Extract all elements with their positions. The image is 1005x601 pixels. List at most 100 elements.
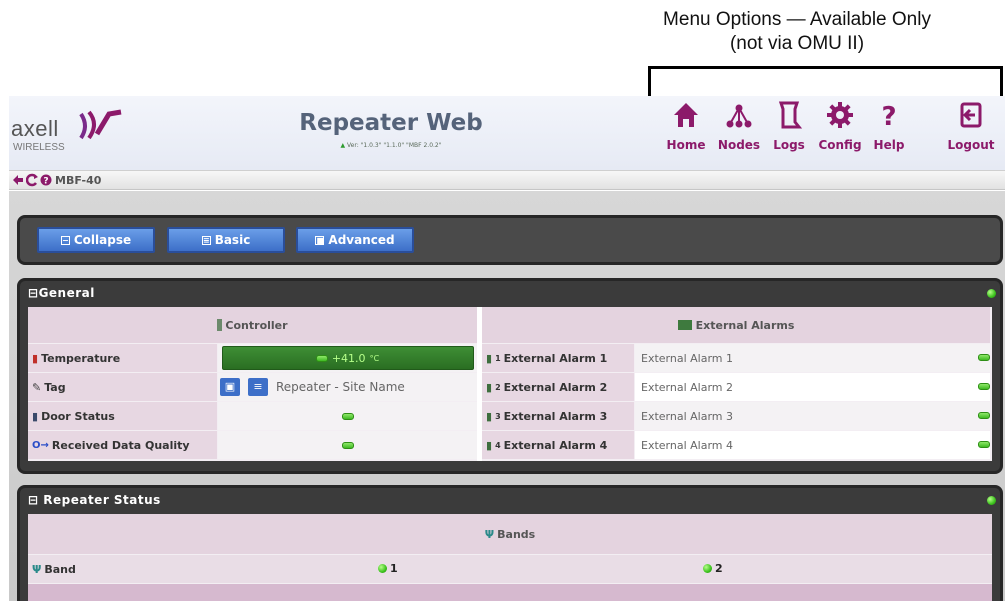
external-alarm-label: ▮ 2 External Alarm 2 <box>482 373 634 401</box>
external-alarm-led <box>978 383 990 390</box>
collapse-button[interactable]: − Collapse <box>37 227 155 253</box>
general-status-led <box>987 289 996 298</box>
refresh-icon[interactable] <box>26 173 38 187</box>
basic-button[interactable]: ≡ Basic <box>167 227 285 253</box>
annotation-bracket-top <box>648 66 1003 69</box>
band-1-led <box>378 564 387 573</box>
alarm-connector-icon: ▮ <box>486 438 493 452</box>
door-icon: ▮ <box>32 409 39 423</box>
nodes-icon <box>726 104 752 128</box>
temperature-status-led <box>315 354 328 362</box>
lock-icon[interactable]: ▣ <box>220 378 240 396</box>
bands-header: Ψ Bands <box>28 514 992 554</box>
controller-header: Controller <box>28 307 477 343</box>
external-alarm-led <box>978 412 990 419</box>
repeater-status-header[interactable]: ⊟ Repeater Status <box>20 488 1000 514</box>
alarm-connector-icon: ▮ <box>486 409 493 423</box>
svg-text:?: ? <box>43 177 48 187</box>
data-quality-value <box>218 431 477 459</box>
company-logo[interactable]: axell WIRELESS <box>11 108 131 158</box>
nav-logout-label: Logout <box>947 138 995 152</box>
view-toolbar: − Collapse ≡ Basic ■ Advanced <box>17 215 1003 265</box>
alarm-connector-icon: ▮ <box>486 380 493 394</box>
logs-icon <box>778 101 803 129</box>
external-alarm-row: ▮ 3 External Alarm 3 External Alarm 3 <box>482 402 990 431</box>
controller-icon <box>217 319 223 331</box>
version-text: Ver: "1.0.3" "1.1.0" "MBF 2.0.2" <box>347 142 442 149</box>
nav-home[interactable]: Home <box>656 100 716 152</box>
external-alarm-value: External Alarm 1 <box>635 344 990 372</box>
advanced-button[interactable]: ■ Advanced <box>296 227 414 253</box>
door-status-led <box>341 412 354 420</box>
app-title: Repeater Web <box>299 110 483 136</box>
nav-home-label: Home <box>666 138 706 152</box>
repeater-status-title: ⊟ Repeater Status <box>28 493 161 507</box>
annotation-line-2: (not via OMU II) <box>729 33 865 54</box>
repeater-status-led <box>987 496 996 505</box>
logout-icon <box>960 102 982 128</box>
external-alarms-icon <box>677 320 692 330</box>
nav-config-label: Config <box>818 138 862 152</box>
basic-label: Basic <box>214 233 251 247</box>
svg-text:?: ? <box>881 102 896 130</box>
external-alarm-value: External Alarm 2 <box>635 373 990 401</box>
door-status-value <box>218 402 477 430</box>
repeater-status-body: Ψ Bands Ψ Band 1 2 <box>28 514 992 601</box>
thermometer-icon: ▮ <box>32 351 39 365</box>
tag-value: ▣ ≡ Repeater - Site Name <box>218 373 477 401</box>
advanced-label: Advanced <box>328 233 395 247</box>
external-alarm-label: ▮ 1 External Alarm 1 <box>482 344 634 372</box>
back-arrow-icon[interactable] <box>12 173 24 187</box>
band-2[interactable]: 2 <box>703 562 723 575</box>
general-panel-header[interactable]: ⊟General <box>20 281 1000 307</box>
external-alarm-value: External Alarm 3 <box>635 402 990 430</box>
tag-row: ✎ Tag ▣ ≡ Repeater - Site Name <box>28 373 477 402</box>
breadcrumb-bar: ? MBF-40 <box>9 170 1005 190</box>
home-icon <box>674 103 698 127</box>
logo-text: axell <box>11 116 59 141</box>
general-panel: ⊟General Controller External Alarms ▮ Te… <box>17 278 1003 474</box>
door-status-row: ▮ Door Status <box>28 402 477 431</box>
config-icon <box>827 102 853 128</box>
temperature-label: ▮ Temperature <box>28 344 217 372</box>
external-alarm-value: External Alarm 4 <box>635 431 990 459</box>
alarm-connector-icon: ▮ <box>486 351 493 365</box>
temperature-badge: +41.0 °C <box>221 346 474 370</box>
help-icon: ? <box>881 102 896 130</box>
nav-help-label: Help <box>873 138 905 152</box>
external-alarm-row: ▮ 4 External Alarm 4 External Alarm 4 <box>482 431 990 460</box>
nav-logs-label: Logs <box>773 138 805 152</box>
data-quality-label: O→ Received Data Quality <box>28 431 217 459</box>
external-alarm-led <box>978 354 990 361</box>
general-panel-title: ⊟General <box>28 286 95 300</box>
temperature-value: +41.0 °C <box>218 344 477 372</box>
next-row-partial <box>28 584 992 601</box>
general-panel-body: Controller External Alarms ▮ Temperature… <box>28 307 992 461</box>
app-header: axell WIRELESS Repeater Web ▲ Ver: "1.0.… <box>9 96 1005 170</box>
tag-text: Repeater - Site Name <box>276 380 405 394</box>
antenna-icon: Ψ <box>484 527 495 541</box>
basic-icon: ≡ <box>201 235 211 245</box>
breadcrumb-device: MBF-40 <box>55 174 102 187</box>
logo-mark-icon <box>79 109 122 140</box>
band-2-led <box>703 564 712 573</box>
data-quality-led <box>341 441 354 449</box>
external-alarm-row: ▮ 1 External Alarm 1 External Alarm 1 <box>482 344 990 373</box>
version-status-icon: ▲ <box>340 142 346 149</box>
annotation-line-1: Menu Options — Available Only <box>663 9 931 30</box>
tag-icon: ✎ <box>32 380 42 394</box>
edit-icon[interactable]: ≡ <box>248 378 268 396</box>
nav-help[interactable]: ? Help <box>859 100 919 152</box>
external-alarms-header: External Alarms <box>482 307 990 343</box>
logo-subtext: WIRELESS <box>13 142 65 153</box>
repeater-status-panel: ⊟ Repeater Status Ψ Bands Ψ Band 1 2 <box>17 485 1003 601</box>
help-circle-icon[interactable]: ? <box>40 173 52 187</box>
collapse-icon: − <box>60 235 70 245</box>
band-1[interactable]: 1 <box>378 562 398 575</box>
data-quality-row: O→ Received Data Quality <box>28 431 477 460</box>
external-alarm-led <box>978 441 990 448</box>
external-alarm-label: ▮ 3 External Alarm 3 <box>482 402 634 430</box>
door-status-label: ▮ Door Status <box>28 402 217 430</box>
annotation: Menu Options — Available Only (not via O… <box>632 8 962 56</box>
nav-logout[interactable]: Logout <box>941 100 1001 152</box>
